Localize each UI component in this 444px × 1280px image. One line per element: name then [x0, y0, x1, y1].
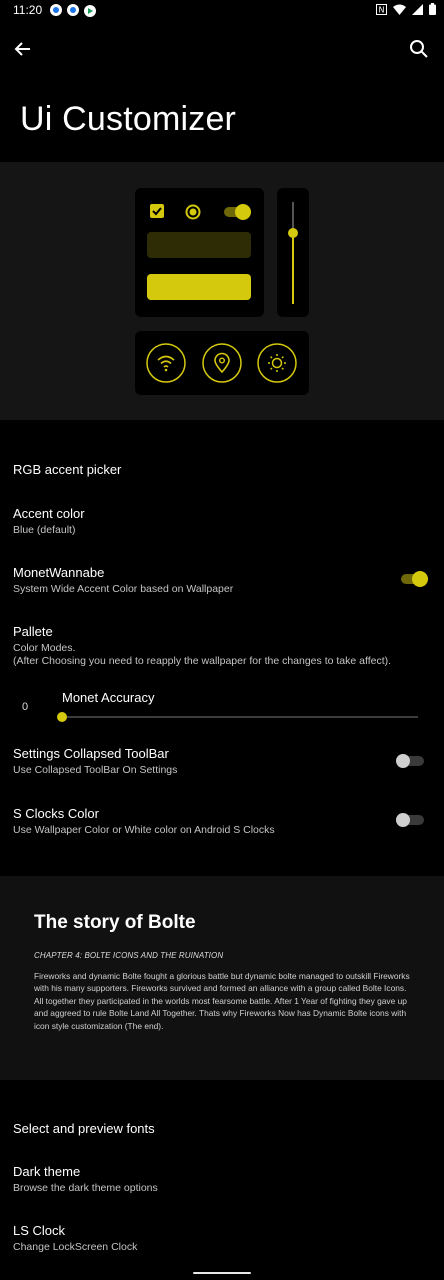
nfc-icon: N: [376, 3, 387, 15]
preview-tonal-button: [147, 232, 251, 258]
wifi-icon: [146, 343, 186, 388]
story-body: Fireworks and dynamic Bolte fought a glo…: [34, 971, 410, 1031]
monet-toggle[interactable]: [400, 570, 430, 593]
preview-filled-button: [147, 274, 251, 300]
item-summary: Browse the dark theme options: [13, 1182, 158, 1194]
item-title: LS Clock: [13, 1223, 66, 1238]
location-icon: [202, 343, 242, 388]
system-icons: N: [376, 3, 436, 15]
monet-wannabe-item[interactable]: MonetWannabe System Wide Accent Color ba…: [13, 565, 433, 596]
notification-icon: [67, 4, 79, 16]
preview-controls-card: [135, 188, 264, 317]
wifi-status-icon: [393, 4, 406, 15]
switch-icon: [223, 203, 253, 226]
fonts-item[interactable]: Select and preview fonts: [13, 1121, 433, 1137]
preview-slider-card: [277, 188, 309, 317]
item-summary: Change LockScreen Clock: [13, 1241, 138, 1253]
item-summary: Use Collapsed ToolBar On Settings: [13, 764, 178, 776]
arrow-left-icon: [14, 42, 30, 56]
item-title: Settings Collapsed ToolBar: [13, 746, 169, 761]
brightness-icon: [257, 343, 297, 388]
notification-icon: [50, 4, 62, 16]
monet-accuracy-value: 0: [22, 701, 29, 713]
dark-theme-item[interactable]: Dark theme Browse the dark theme options: [13, 1164, 433, 1195]
svg-text:N: N: [379, 5, 385, 14]
collapsed-toolbar-toggle[interactable]: [396, 753, 424, 769]
gesture-bar[interactable]: [193, 1272, 251, 1274]
rgb-accent-picker-item[interactable]: RGB accent picker: [13, 462, 433, 478]
item-title: S Clocks Color: [13, 806, 99, 821]
preview-quick-tiles-card: [135, 331, 309, 395]
preview-slider-track-active: [292, 232, 294, 304]
item-summary: System Wide Accent Color based on Wallpa…: [13, 583, 234, 595]
play-store-icon: [84, 4, 96, 22]
toggle-thumb: [396, 754, 410, 768]
item-title: MonetWannabe: [13, 565, 105, 580]
search-button[interactable]: [406, 36, 432, 62]
item-title: Dark theme: [13, 1164, 81, 1179]
radio-icon: [185, 204, 201, 225]
monet-accuracy-thumb[interactable]: [57, 712, 67, 722]
status-time: 11:20: [13, 3, 43, 17]
monet-accuracy-title: Monet Accuracy: [62, 690, 155, 705]
toggle-thumb: [396, 813, 410, 827]
status-bar: 11:20 N: [0, 0, 444, 22]
story-title: The story of Bolte: [34, 912, 196, 933]
item-title: Accent color: [13, 506, 85, 521]
preview-slider-thumb: [288, 228, 298, 238]
battery-icon: [429, 3, 436, 15]
search-icon: [410, 40, 428, 58]
signal-icon: [412, 3, 423, 15]
page-title: Ui Customizer: [20, 100, 237, 138]
pallete-item[interactable]: Pallete Color Modes. (After Choosing you…: [13, 624, 433, 668]
app-bar: [0, 22, 444, 162]
item-summary: Use Wallpaper Color or White color on An…: [13, 824, 275, 836]
s-clocks-color-item[interactable]: S Clocks Color Use Wallpaper Color or Wh…: [13, 806, 433, 837]
monet-accuracy-slider[interactable]: [62, 716, 418, 718]
item-title: RGB accent picker: [13, 462, 122, 477]
item-summary: Color Modes. (After Choosing you need to…: [13, 642, 392, 667]
item-summary: Blue (default): [13, 524, 76, 536]
accent-color-item[interactable]: Accent color Blue (default): [13, 506, 433, 537]
back-button[interactable]: [10, 36, 36, 62]
story-chapter: CHAPTER 4: BOLTE ICONS AND THE RUINATION: [34, 951, 224, 960]
item-title: Pallete: [13, 624, 53, 639]
s-clocks-toggle[interactable]: [396, 812, 424, 828]
collapsed-toolbar-item[interactable]: Settings Collapsed ToolBar Use Collapsed…: [13, 746, 433, 777]
checkbox-icon: [150, 204, 164, 223]
item-title: Select and preview fonts: [13, 1121, 155, 1136]
ls-clock-item[interactable]: LS Clock Change LockScreen Clock: [13, 1223, 433, 1254]
